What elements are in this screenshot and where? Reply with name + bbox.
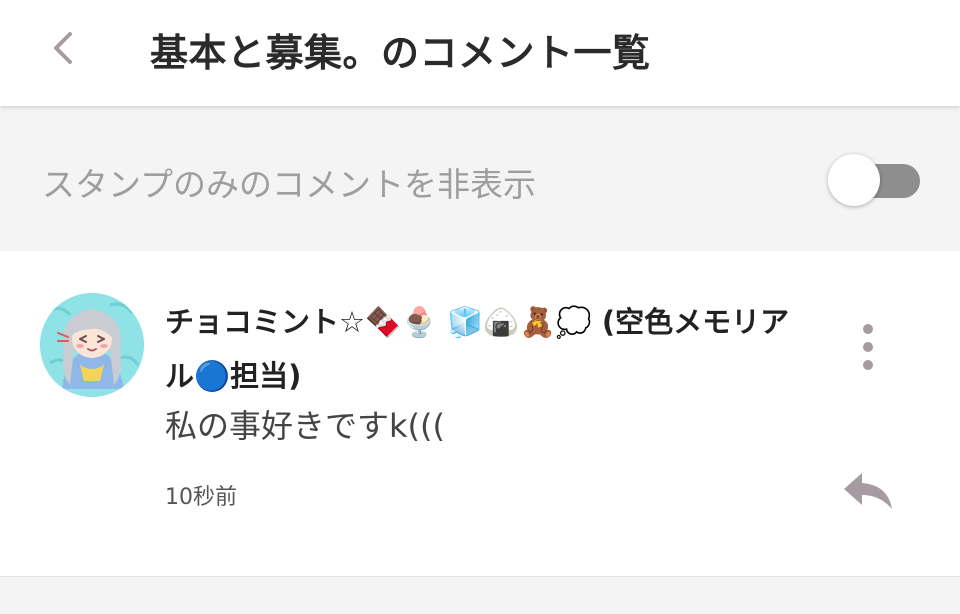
comment-timestamp: 10秒前 [165, 485, 237, 510]
anime-avatar-icon [40, 293, 144, 397]
chevron-left-icon [54, 32, 72, 64]
toggle-knob [828, 154, 880, 206]
more-vertical-icon [863, 324, 873, 370]
more-options-button[interactable] [848, 321, 888, 373]
app-header: 基本と募集。のコメント一覧 [0, 0, 960, 106]
reply-button[interactable] [840, 469, 896, 513]
comment-text: 私の事好きですk((( [165, 407, 445, 445]
hide-stamp-comments-label: スタンプのみのコメントを非表示 [42, 165, 537, 204]
back-button[interactable] [42, 26, 86, 70]
stamp-filter-bar: スタンプのみのコメントを非表示 [0, 106, 960, 251]
page-title: 基本と募集。のコメント一覧 [150, 31, 651, 75]
reply-icon [844, 473, 892, 509]
user-avatar[interactable] [40, 293, 144, 397]
hide-stamp-comments-toggle[interactable] [828, 154, 922, 206]
comment-item: チョコミント☆🍫🍨 🧊🍙🧸💭 (空色メモリアル🔵担当) 私の事好きですk((( … [0, 251, 960, 577]
comment-user-name[interactable]: チョコミント☆🍫🍨 🧊🍙🧸💭 (空色メモリアル🔵担当) [165, 295, 805, 403]
